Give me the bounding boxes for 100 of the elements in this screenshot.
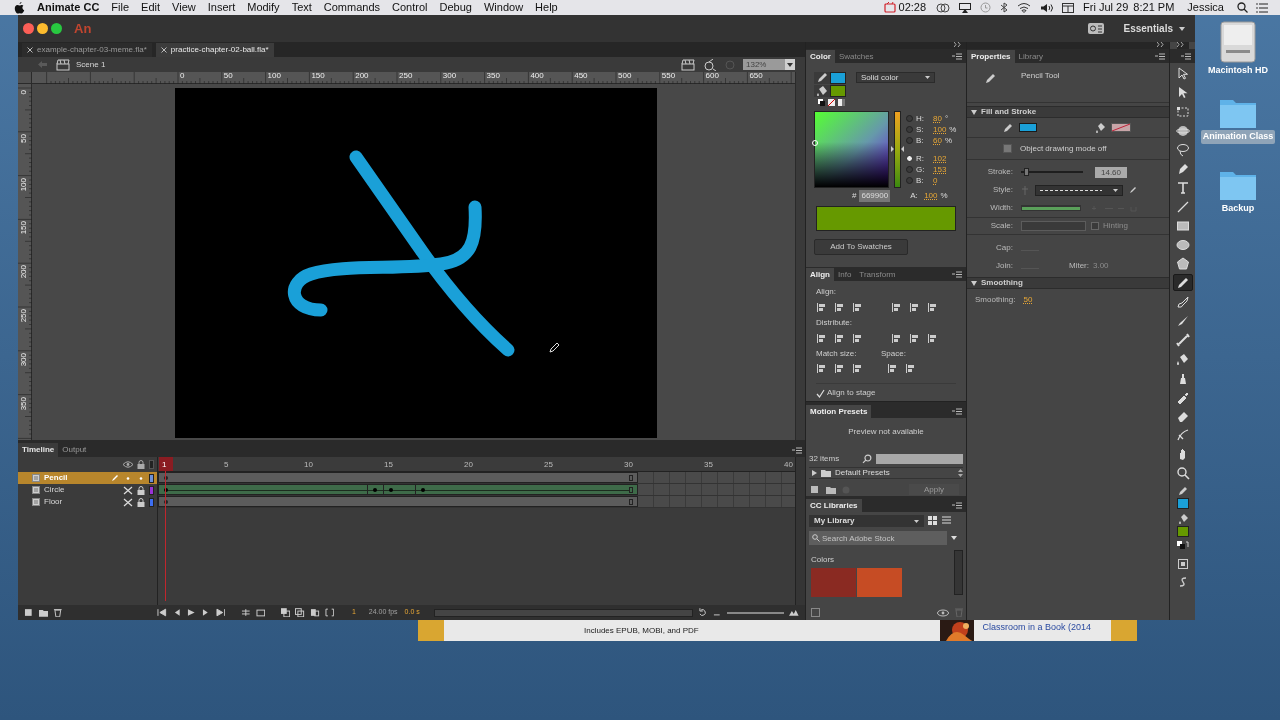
stroke-style-dropdown[interactable] — [1035, 184, 1123, 196]
eye-icon[interactable] — [937, 608, 949, 617]
clapperboard-icon[interactable] — [681, 58, 695, 71]
scene-name[interactable]: Scene 1 — [76, 58, 106, 71]
panel-menu-icon[interactable] — [952, 408, 962, 415]
panel-menu-icon[interactable] — [792, 447, 802, 454]
edit-frames-icon[interactable] — [310, 608, 320, 617]
fill-bucket-icon[interactable] — [1177, 514, 1188, 524]
airplay-icon[interactable] — [959, 2, 972, 13]
menu-item[interactable]: Debug — [439, 0, 472, 16]
menu-item[interactable]: Control — [392, 0, 428, 16]
menu-item[interactable]: Commands — [323, 0, 381, 16]
search-field[interactable] — [876, 453, 963, 464]
onion-markers-icon[interactable] — [324, 608, 335, 617]
panel-tab[interactable]: Info — [834, 268, 856, 281]
mountain-icon[interactable] — [789, 608, 800, 617]
preset-folder-row[interactable]: Default Presets — [809, 467, 963, 479]
document-tab[interactable]: example-chapter-03-meme.fla* — [22, 43, 152, 57]
match-size-icon[interactable] — [834, 363, 845, 374]
no-color-icon[interactable] — [828, 99, 835, 106]
book-title-link[interactable]: Classroom in a Book (2014 — [982, 621, 1091, 635]
minimize-button[interactable] — [37, 23, 48, 34]
fill-color-swatch[interactable] — [1176, 526, 1189, 537]
channel-value[interactable]: 153 — [933, 163, 947, 176]
collapse-icon[interactable] — [1176, 42, 1185, 47]
clapperboard-icon[interactable] — [56, 58, 70, 71]
checkbox-label[interactable]: Align to stage — [827, 387, 876, 399]
channel-value[interactable]: 60 — [933, 134, 942, 147]
new-preset-icon[interactable] — [811, 485, 820, 494]
match-size-icon[interactable] — [816, 363, 827, 374]
align-icon[interactable] — [852, 302, 863, 313]
layer-row[interactable]: Circle — [18, 484, 157, 496]
eye-icon[interactable] — [123, 461, 133, 468]
distribute-icon[interactable] — [909, 333, 920, 344]
workspace-icon[interactable] — [1087, 23, 1104, 34]
align-icon[interactable] — [927, 302, 938, 313]
distribute-icon[interactable] — [891, 333, 902, 344]
user-name[interactable]: Jessica — [1187, 0, 1224, 16]
slider-thumb[interactable] — [891, 146, 904, 152]
panel-tab[interactable]: Transform — [855, 268, 900, 281]
horizontal-scrollbar[interactable] — [433, 608, 693, 617]
search-icon[interactable] — [1237, 2, 1248, 13]
match-size-icon[interactable] — [852, 363, 863, 374]
checked-checkbox[interactable] — [816, 388, 825, 398]
lock-icon[interactable] — [137, 485, 145, 495]
panel-tab[interactable]: Swatches — [834, 50, 878, 63]
swap-colors-icon[interactable] — [1176, 541, 1189, 549]
grid-view-icon[interactable] — [928, 516, 938, 526]
cloud-icon[interactable] — [936, 2, 951, 13]
menu-icon[interactable] — [1256, 2, 1268, 13]
stroke-slider[interactable] — [1021, 171, 1083, 173]
onion-skin-icon[interactable] — [280, 608, 291, 617]
distribute-icon[interactable] — [852, 333, 863, 344]
menu-item[interactable]: Insert — [207, 0, 236, 16]
library-swatch[interactable] — [857, 568, 902, 597]
lock-icon[interactable] — [137, 497, 145, 507]
desktop-icon-label[interactable]: Macintosh HD — [1206, 64, 1270, 78]
stroke-color-swatch[interactable] — [1019, 123, 1037, 132]
panel-tab[interactable]: Output — [58, 443, 91, 457]
channel-value[interactable]: 0 — [933, 174, 938, 187]
trash-icon[interactable] — [53, 608, 63, 617]
folder-icon[interactable] — [38, 608, 49, 617]
hidden-icon[interactable] — [123, 485, 133, 495]
add-icon[interactable] — [811, 608, 820, 617]
apple-icon[interactable] — [14, 1, 25, 14]
fill-type-dropdown[interactable]: Solid color — [856, 72, 935, 83]
lock-icon[interactable] — [137, 460, 145, 469]
radio-button[interactable] — [906, 166, 913, 173]
menu-item[interactable]: Text — [291, 0, 312, 16]
radio-button[interactable] — [906, 155, 913, 162]
sync-icon[interactable] — [697, 608, 708, 617]
loop-icon[interactable] — [240, 608, 251, 617]
distribute-icon[interactable] — [834, 333, 845, 344]
panel-tab[interactable]: Align — [806, 268, 834, 281]
stroke-pencil-icon[interactable] — [1003, 122, 1013, 133]
panel-menu-icon[interactable] — [1155, 53, 1165, 60]
app-menu[interactable]: Animate CC — [37, 0, 100, 16]
edit-style-icon[interactable] — [1129, 186, 1137, 194]
channel-value[interactable]: 100 — [933, 123, 947, 136]
smooth-icon[interactable] — [1178, 577, 1187, 587]
default-colors-icon[interactable] — [818, 99, 825, 106]
stroke-pencil-icon[interactable] — [1177, 486, 1188, 496]
layer-color-swatch[interactable] — [149, 485, 154, 495]
library-scrollbar[interactable] — [954, 550, 963, 595]
space-icon[interactable] — [887, 363, 898, 374]
close-button[interactable] — [23, 23, 34, 34]
step-forward-icon[interactable] — [200, 608, 211, 617]
stock-search-field[interactable]: Search Adobe Stock — [809, 531, 947, 545]
align-icon[interactable] — [891, 302, 902, 313]
caret-icon[interactable] — [951, 536, 957, 540]
library-dropdown[interactable]: My Library — [809, 515, 924, 527]
panel-menu-icon[interactable] — [952, 53, 962, 60]
tool-button[interactable] — [1172, 274, 1193, 291]
space-icon[interactable] — [905, 363, 916, 374]
play-icon[interactable] — [186, 608, 196, 617]
menu-item[interactable]: Help — [535, 0, 558, 16]
list-view-icon[interactable] — [942, 516, 952, 526]
document-tab[interactable]: practice-chapter-02-ball.fla* — [155, 43, 274, 57]
align-icon[interactable] — [834, 302, 845, 313]
menu-item[interactable]: Edit — [141, 0, 161, 16]
